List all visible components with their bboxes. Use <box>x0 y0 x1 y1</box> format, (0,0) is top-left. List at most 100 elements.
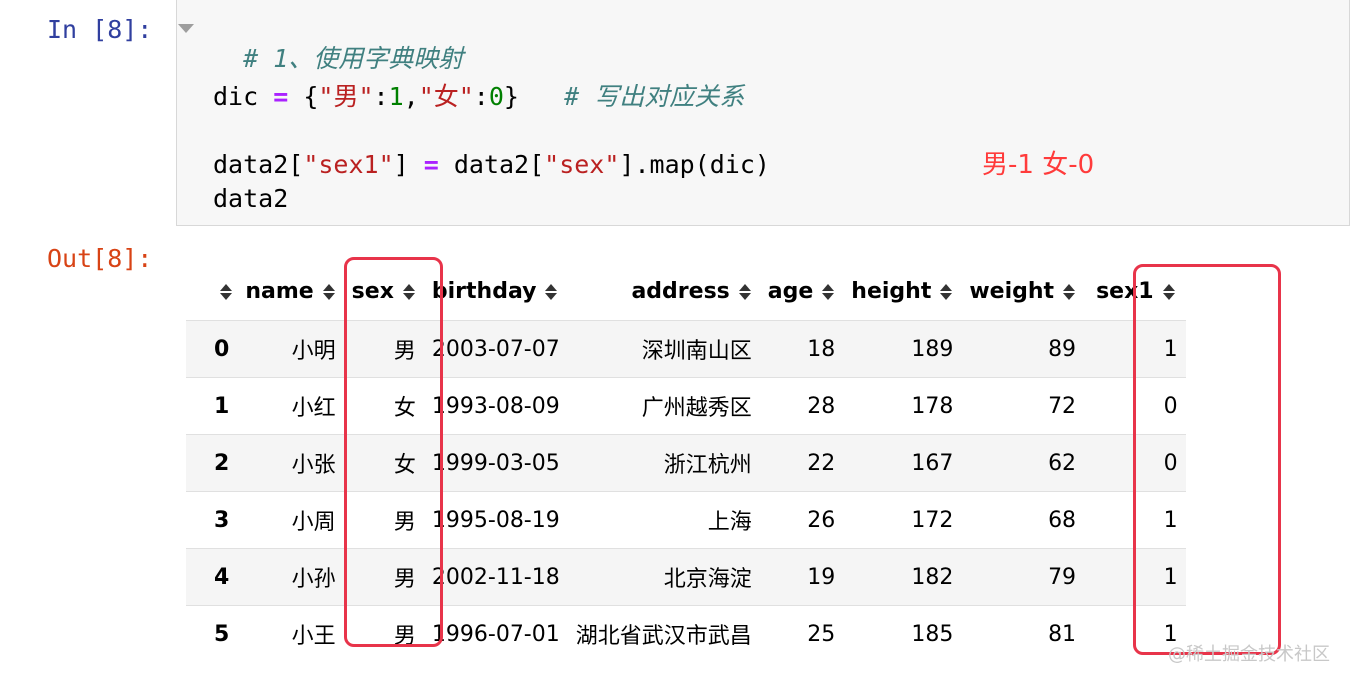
column-label: height <box>851 278 932 304</box>
table-cell: 小明 <box>237 320 344 378</box>
table-cell: 172 <box>843 491 962 549</box>
code-string: "sex" <box>544 150 620 179</box>
table-cell: 89 <box>961 320 1085 378</box>
column-label: name <box>245 278 314 304</box>
column-label: birthday <box>431 278 537 304</box>
table-cell: 72 <box>961 377 1085 435</box>
watermark: @稀土掘金技术社区 <box>1168 644 1330 665</box>
table-cell: 浙江杭州 <box>567 434 760 492</box>
column-header-address[interactable]: address <box>568 262 760 321</box>
table-cell: 小孙 <box>237 548 344 606</box>
table-cell: 1996-07-01 <box>423 605 568 662</box>
code-number: 1 <box>388 82 404 111</box>
input-prompt: In [8]: <box>47 15 153 44</box>
table-cell: 小王 <box>237 605 344 662</box>
table-row: 2 小张女 1999-03-05 浙江杭州 22 167 62 0 <box>186 434 1186 492</box>
code-operator: = <box>273 82 289 111</box>
code-token: data2[ <box>213 150 304 179</box>
code-token: dic <box>213 82 274 111</box>
code-token: : <box>473 82 489 111</box>
code-string: "男" <box>318 82 374 111</box>
table-cell: 2002-11-18 <box>423 548 568 606</box>
column-label: address <box>631 278 730 304</box>
code-token: { <box>288 82 319 111</box>
code-token: ] <box>393 150 424 179</box>
sort-icon[interactable] <box>1062 284 1076 300</box>
table-cell: 小红 <box>237 377 344 435</box>
table-cell: 北京海淀 <box>567 548 760 606</box>
table-cell: 广州越秀区 <box>567 377 760 435</box>
table-cell: 189 <box>843 320 962 378</box>
table-cell: 小周 <box>237 491 344 549</box>
code-token: ].map(dic) <box>619 150 770 179</box>
sort-icon[interactable] <box>219 284 233 300</box>
code-string: "sex1" <box>303 150 394 179</box>
table-cell: 185 <box>843 605 962 662</box>
table-cell: 28 <box>759 377 844 435</box>
table-row: 5 小王男 1996-07-01 湖北省武汉市武昌 25 185 81 1 <box>186 605 1186 662</box>
table-row: 1 小红女 1993-08-09 广州越秀区 28 178 72 0 <box>186 377 1186 435</box>
table-cell: 182 <box>843 548 962 606</box>
code-line-2: dic = {"男":1,"女":0} # 写出对应关系 <box>213 82 744 112</box>
code-operator: = <box>423 150 439 179</box>
dataframe-table: name sex birthday address age height wei… <box>186 262 1186 662</box>
sex1-column-highlight <box>1133 264 1281 655</box>
table-cell: 1995-08-19 <box>423 491 568 549</box>
table-cell: 68 <box>961 491 1085 549</box>
table-cell: 2003-07-07 <box>423 320 568 378</box>
code-token: : <box>373 82 389 111</box>
column-header-birthday[interactable]: birthday <box>424 262 568 321</box>
collapse-toggle-icon[interactable] <box>178 24 194 33</box>
code-string: "女" <box>418 82 474 111</box>
table-cell: 1993-08-09 <box>423 377 568 435</box>
code-token: } <box>503 82 565 111</box>
table-cell: 62 <box>961 434 1085 492</box>
table-row: 0 小明男 2003-07-07 深圳南山区 18 189 89 1 <box>186 320 1186 378</box>
sort-icon[interactable] <box>738 284 752 300</box>
row-index: 0 <box>186 320 238 378</box>
table-cell: 19 <box>759 548 844 606</box>
sex-column-highlight <box>344 257 443 647</box>
table-cell: 167 <box>843 434 962 492</box>
column-label: age <box>767 278 814 304</box>
table-cell: 小张 <box>237 434 344 492</box>
row-index: 1 <box>186 377 238 435</box>
column-header-name[interactable]: name <box>237 262 343 321</box>
table-cell: 1999-03-05 <box>423 434 568 492</box>
code-comment: # 写出对应关系 <box>564 82 745 111</box>
sort-icon[interactable] <box>939 284 953 300</box>
code-line-1: # 1、使用字典映射 <box>213 14 463 74</box>
column-header-weight[interactable]: weight <box>961 262 1084 321</box>
table-cell: 深圳南山区 <box>567 320 760 378</box>
table-row: 4 小孙男 2002-11-18 北京海淀 19 182 79 1 <box>186 548 1186 606</box>
sort-icon[interactable] <box>322 284 336 300</box>
row-index: 5 <box>186 605 238 662</box>
row-index: 3 <box>186 491 238 549</box>
header-row: name sex birthday address age height wei… <box>186 262 1186 321</box>
index-header[interactable] <box>186 262 237 321</box>
row-index: 4 <box>186 548 238 606</box>
column-header-age[interactable]: age <box>760 262 844 321</box>
table-cell: 湖北省武汉市武昌 <box>567 605 760 662</box>
table-cell: 25 <box>759 605 844 662</box>
row-index: 2 <box>186 434 238 492</box>
column-header-height[interactable]: height <box>843 262 961 321</box>
table-cell: 22 <box>759 434 844 492</box>
code-comment: # 1、使用字典映射 <box>243 44 464 73</box>
code-token: data2 <box>213 184 289 213</box>
red-annotation: 男-1 女-0 <box>982 150 1095 180</box>
code-line-4: data2 <box>213 184 288 214</box>
output-prompt: Out[8]: <box>47 244 153 273</box>
column-label: weight <box>969 278 1055 304</box>
table-cell: 上海 <box>567 491 760 549</box>
sort-icon[interactable] <box>821 284 835 300</box>
table-cell: 81 <box>961 605 1085 662</box>
code-line-3: data2["sex1"] = data2["sex"].map(dic) <box>213 150 770 180</box>
code-number: 0 <box>488 82 504 111</box>
table-cell: 178 <box>843 377 962 435</box>
table-cell: 18 <box>759 320 844 378</box>
table-row: 3 小周男 1995-08-19 上海 26 172 68 1 <box>186 491 1186 549</box>
code-token: , <box>403 82 419 111</box>
sort-icon[interactable] <box>544 284 558 300</box>
table-cell: 26 <box>759 491 844 549</box>
